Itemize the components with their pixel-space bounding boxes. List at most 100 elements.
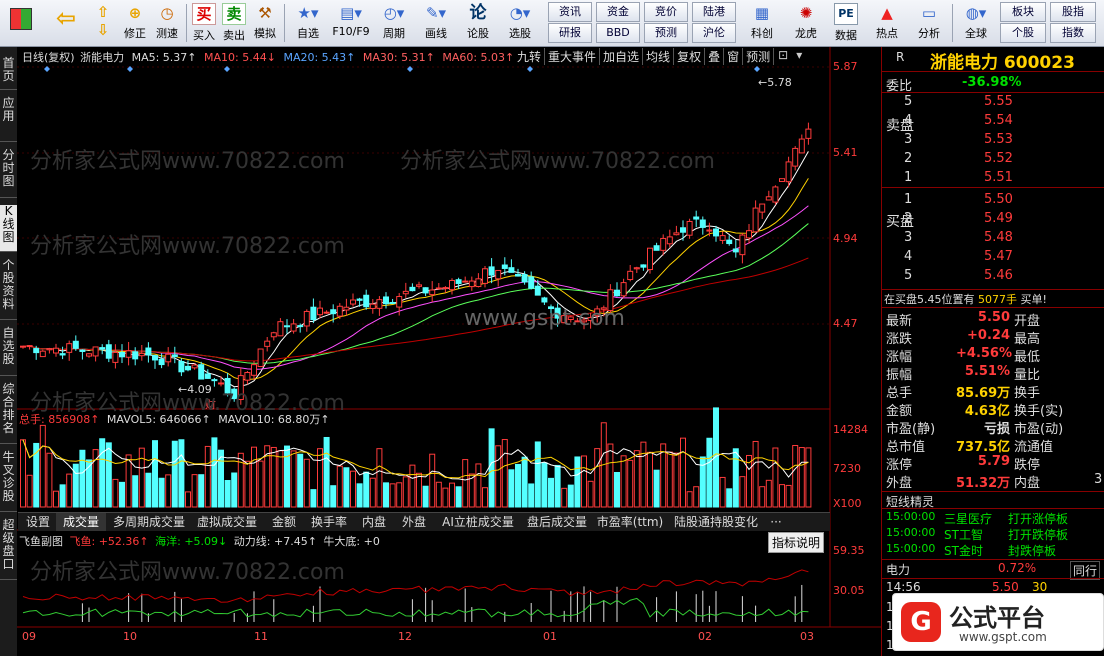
grid-icon — [10, 8, 32, 30]
btn-bbd[interactable]: BBD — [596, 23, 640, 43]
btn-funds[interactable]: 资金 — [596, 2, 640, 22]
quote-value-8: 5.79 — [977, 454, 1010, 469]
btn-window[interactable]: 窗 — [724, 48, 744, 65]
short-time-2: 15:00:00 — [886, 542, 936, 555]
sidebar-item-apps[interactable]: 应用 — [0, 97, 17, 142]
period-button[interactable]: ◴▾ 周期 — [374, 2, 414, 44]
dropdown-icon[interactable]: ▾ — [792, 48, 806, 65]
date-tick-dec: 12 — [398, 630, 412, 643]
sidebar-item-super-orderbook[interactable]: 超级盘口 — [0, 519, 17, 580]
buy-button[interactable]: 买买入 — [190, 2, 218, 44]
tab-settings[interactable]: 设置 — [22, 513, 54, 531]
globe-icon: ◍▾ — [965, 4, 987, 22]
back-button[interactable]: ⇦ — [46, 2, 86, 44]
analysis-button[interactable]: ▭ 分析 — [910, 2, 948, 44]
global-button[interactable]: ◍▾ 全球 — [956, 2, 996, 44]
quote-right-label-1: 最高 — [1014, 332, 1041, 347]
btn-index[interactable]: 指数 — [1050, 23, 1096, 43]
fix-button[interactable]: ⊕ 修正 — [120, 2, 150, 44]
btn-sector[interactable]: 板块 — [1000, 2, 1046, 22]
kechuang-button[interactable]: ▦ 科创 — [742, 2, 782, 44]
discuss-button[interactable]: 论论股 — [460, 2, 496, 44]
btn-stock[interactable]: 个股 — [1000, 23, 1046, 43]
sidebar-item-timeshare[interactable]: 分时图 — [0, 149, 17, 198]
quote-right-label-2: 最低 — [1014, 350, 1041, 365]
analysis-label: 分析 — [918, 27, 940, 40]
buy-price-4: 5.47 — [984, 249, 1013, 264]
tab-pe-ttm[interactable]: 市盈率(ttm) — [594, 513, 666, 531]
favorites-button[interactable]: ★▾ 自选 — [288, 2, 328, 44]
tab-volume[interactable]: 成交量 — [56, 513, 106, 531]
btn-hk-connect[interactable]: 陆港 — [692, 2, 736, 22]
short-stock-1[interactable]: ST工智 — [944, 526, 983, 543]
tab-multi-period-volume[interactable]: 多周期成交量 — [108, 513, 190, 531]
tab-ai-volume[interactable]: AI立桩成交量 — [436, 513, 520, 531]
sell-level-3: 3 — [904, 132, 913, 147]
sidebar-item-ranking[interactable]: 综合排名 — [0, 383, 17, 444]
period-clock-icon: ◴▾ — [383, 4, 405, 22]
short-stock-0[interactable]: 三星医疗 — [944, 510, 992, 527]
sea-value: 海洋: +5.09↓ — [155, 535, 228, 548]
btn-predict[interactable]: 预测 — [743, 48, 775, 65]
quote-value-7: 737.5亿 — [956, 440, 1011, 455]
tick-time: 14:56 — [886, 580, 921, 594]
btn-shanghai-london[interactable]: 沪伦 — [692, 23, 736, 43]
simulate-button[interactable]: ⚒ 模拟 — [250, 2, 280, 44]
quote-label-7: 总市值 — [886, 440, 926, 455]
sell-side-label: 卖盘 — [886, 118, 914, 134]
speed-button[interactable]: ◷ 测速 — [152, 2, 182, 44]
sell-button[interactable]: 卖卖出 — [220, 2, 248, 44]
high-price-value: 5.78 — [767, 76, 792, 89]
power-value: 动力线: +7.45↑ — [233, 535, 317, 548]
tab-amount[interactable]: 金额 — [266, 513, 302, 531]
quote-value-3: 5.51% — [964, 364, 1010, 379]
btn-adjust[interactable]: 复权 — [674, 48, 706, 65]
btn-major-events[interactable]: 重大事件 — [545, 48, 601, 65]
dragon-tiger-button[interactable]: ✺ 龙虎 — [786, 2, 826, 44]
btn-ma[interactable]: 均线 — [643, 48, 675, 65]
sidebar-item-diagnose[interactable]: 牛叉诊股 — [0, 451, 17, 512]
sidebar-item-watchlist[interactable]: 自选股 — [0, 327, 17, 376]
indicator-help-button[interactable]: 指标说明 — [768, 532, 825, 553]
quote-label-8: 涨停 — [886, 458, 913, 473]
sector-name: 电力 — [886, 563, 911, 577]
btn-forecast[interactable]: 预测 — [644, 23, 688, 43]
btn-index-futures[interactable]: 股指 — [1050, 2, 1096, 22]
hotspot-button[interactable]: ▲ 热点 — [868, 2, 906, 44]
btn-news[interactable]: 资讯 — [548, 2, 592, 22]
ma20-label: MA20: 5.43↑ — [283, 51, 356, 64]
quote-right-label-5: 换手(实) — [1014, 404, 1064, 419]
buy-price-1: 5.50 — [984, 192, 1013, 207]
btn-add-watch[interactable]: 加自选 — [600, 48, 644, 65]
tab-more[interactable]: ··· — [766, 513, 786, 531]
lock-icon[interactable]: ⊡ — [774, 48, 792, 65]
data-button[interactable]: PE 数据 — [828, 2, 864, 44]
date-tick-sep: 09 — [22, 630, 36, 643]
favorites-label: 自选 — [297, 27, 319, 40]
tab-inner[interactable]: 内盘 — [356, 513, 392, 531]
tab-turnover[interactable]: 换手率 — [306, 513, 352, 531]
sidebar-item-kline[interactable]: K线图 — [0, 205, 17, 252]
f10-button[interactable]: ▤▾ F10/F9 — [330, 2, 372, 44]
sidebar-item-profile[interactable]: 个股资料 — [0, 259, 17, 320]
kechuang-label: 科创 — [751, 27, 773, 40]
f10-label: F10/F9 — [332, 25, 370, 38]
tab-virtual-volume[interactable]: 虚拟成交量 — [192, 513, 262, 531]
btn-research[interactable]: 研报 — [548, 23, 592, 43]
tab-hk-holding[interactable]: 陆股通持股变化 — [668, 513, 764, 531]
hammer-icon: ⚒ — [258, 4, 272, 22]
data-label: 数据 — [835, 29, 857, 42]
btn-overlay[interactable]: 叠 — [705, 48, 725, 65]
sidebar-item-home[interactable]: 首页 — [0, 57, 17, 90]
tab-afterhours-volume[interactable]: 盘后成交量 — [522, 513, 592, 531]
draw-line-button[interactable]: ✎▾ 画线 — [416, 2, 456, 44]
quote-value-5: 4.63亿 — [964, 404, 1010, 419]
btn-nine-turn[interactable]: 九转 — [514, 48, 546, 65]
watermark-5: 分析家公式网www.70822.com — [30, 560, 345, 585]
updown-button[interactable]: ⇧ ⇩ — [90, 2, 116, 44]
tab-outer[interactable]: 外盘 — [396, 513, 432, 531]
grid-icon-button[interactable] — [4, 2, 38, 44]
select-stock-button[interactable]: ◔▾ 选股 — [500, 2, 540, 44]
btn-auction[interactable]: 竞价 — [644, 2, 688, 22]
short-stock-2[interactable]: ST金时 — [944, 542, 983, 559]
